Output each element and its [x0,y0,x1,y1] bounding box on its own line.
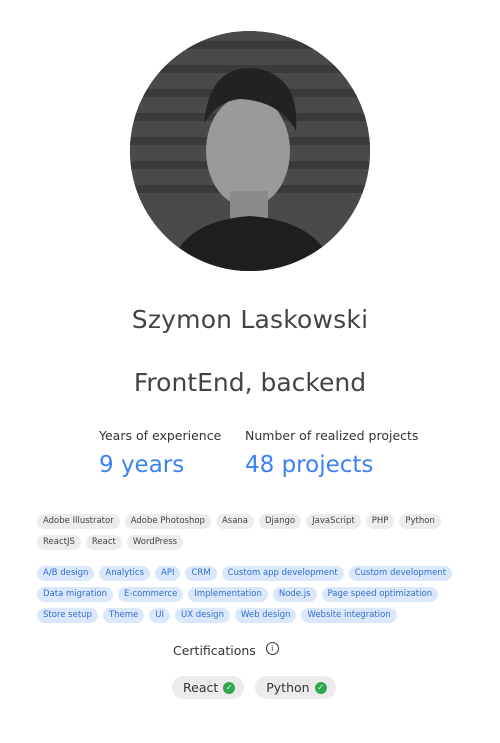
profile-photo [130,31,370,271]
skill-tag: Adobe Photoshop [124,514,211,529]
certifications-list: React ✓ Python ✓ [172,676,347,699]
service-tag: API [155,566,181,581]
experience-label: Years of experience [99,428,222,443]
profile-role: FrontEnd, backend [133,368,367,397]
service-tag: UI [149,608,171,623]
service-tag: CRM [185,566,217,581]
service-tag: Custom app development [221,566,344,581]
service-tag: Web design [234,608,297,623]
certification-label: React [183,680,219,695]
services-tag-list: A/B design Analytics API CRM Custom app … [37,566,477,629]
info-icon[interactable]: i [265,642,279,655]
profile-name: Szymon Laskowski [131,305,369,334]
skill-tag: ReactJS [37,535,81,550]
skill-tag: Asana [215,514,255,529]
service-tag: Page speed optimization [321,587,439,602]
projects-label: Number of realized projects [245,428,419,443]
service-tag: E-commerce [118,587,184,602]
service-tag: A/B design [37,566,95,581]
projects-value: 48 projects [245,452,374,478]
experience-stat: Years of experience 9 years [99,428,221,478]
skill-tag: JavaScript [306,514,361,529]
service-tag: Website integration [301,608,397,623]
certification-badge-python: Python ✓ [255,676,336,699]
certification-label: Python [266,680,310,695]
skill-tag: PHP [365,514,395,529]
check-circle-icon: ✓ [223,681,236,694]
certifications-heading: Certifications i [173,642,279,658]
service-tag: Node.js [272,587,317,602]
service-tag: Custom development [348,566,453,581]
service-tag: Implementation [188,587,268,602]
certification-badge-react: React ✓ [172,676,245,699]
skills-tag-list: Adobe Illustrator Adobe Photoshop Asana … [37,514,477,556]
skill-tag: React [85,535,122,550]
certifications-title: Certifications [173,643,256,658]
service-tag: UX design [175,608,230,623]
experience-value: 9 years [99,452,185,478]
service-tag: Store setup [37,608,98,623]
skill-tag: Adobe Illustrator [37,514,120,529]
skill-tag: Python [399,514,441,529]
check-circle-icon: ✓ [314,681,327,694]
avatar [130,31,370,271]
service-tag: Data migration [37,587,114,602]
skill-tag: WordPress [126,535,184,550]
service-tag: Analytics [99,566,151,581]
service-tag: Theme [102,608,145,623]
projects-stat: Number of realized projects 48 projects [245,428,418,478]
skill-tag: Django [259,514,302,529]
